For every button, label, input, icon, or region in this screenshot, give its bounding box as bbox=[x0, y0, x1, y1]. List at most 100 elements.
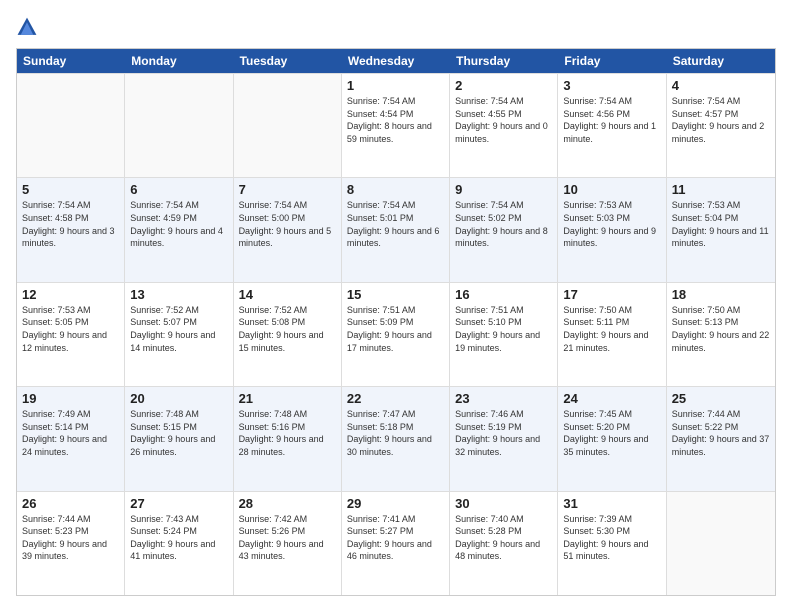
sun-info: Sunrise: 7:41 AM Sunset: 5:27 PM Dayligh… bbox=[347, 513, 444, 563]
calendar: SundayMondayTuesdayWednesdayThursdayFrid… bbox=[16, 48, 776, 596]
day-cell: 24 Sunrise: 7:45 AM Sunset: 5:20 PM Dayli… bbox=[558, 387, 666, 490]
sun-info: Sunrise: 7:54 AM Sunset: 5:00 PM Dayligh… bbox=[239, 199, 336, 249]
day-number: 1 bbox=[347, 78, 444, 93]
day-number: 6 bbox=[130, 182, 227, 197]
day-cell: 15Sunrise: 7:51 AM Sunset: 5:09 PM Dayli… bbox=[342, 283, 450, 386]
sun-info: Sunrise: 7:54 AM Sunset: 4:56 PM Dayligh… bbox=[563, 95, 660, 145]
day-cell: 20Sunrise: 7:48 AM Sunset: 5:15 PM Dayli… bbox=[125, 387, 233, 490]
header bbox=[16, 16, 776, 38]
day-cell: 22Sunrise: 7:47 AM Sunset: 5:18 PM Dayli… bbox=[342, 387, 450, 490]
day-number: 31 bbox=[563, 496, 660, 511]
empty-cell bbox=[125, 74, 233, 177]
day-cell: 13 Sunrise: 7:52 AM Sunset: 5:07 PM Dayli… bbox=[125, 283, 233, 386]
day-cell: 3Sunrise: 7:54 AM Sunset: 4:56 PM Daylig… bbox=[558, 74, 666, 177]
sun-info: Sunrise: 7:52 AM Sunset: 5:08 PM Dayligh… bbox=[239, 304, 336, 354]
day-number: 4 bbox=[672, 78, 770, 93]
sun-info: Sunrise: 7:46 AM Sunset: 5:19 PM Dayligh… bbox=[455, 408, 552, 458]
header-day: Friday bbox=[558, 49, 666, 73]
day-number: 20 bbox=[130, 391, 227, 406]
day-number: 21 bbox=[239, 391, 336, 406]
day-cell: 10 Sunrise: 7:53 AM Sunset: 5:03 PM Dayli… bbox=[558, 178, 666, 281]
day-number: 19 bbox=[22, 391, 119, 406]
calendar-row: 12 Sunrise: 7:53 AM Sunset: 5:05 PM Dayli… bbox=[17, 282, 775, 386]
sun-info: Sunrise: 7:45 AM Sunset: 5:20 PM Dayligh… bbox=[563, 408, 660, 458]
day-number: 8 bbox=[347, 182, 444, 197]
day-number: 30 bbox=[455, 496, 552, 511]
day-cell: 30 Sunrise: 7:40 AM Sunset: 5:28 PM Dayli… bbox=[450, 492, 558, 595]
sun-info: Sunrise: 7:49 AM Sunset: 5:14 PM Dayligh… bbox=[22, 408, 119, 458]
sun-info: Sunrise: 7:52 AM Sunset: 5:07 PM Dayligh… bbox=[130, 304, 227, 354]
header-day: Tuesday bbox=[234, 49, 342, 73]
day-number: 12 bbox=[22, 287, 119, 302]
day-cell: 8 Sunrise: 7:54 AM Sunset: 5:01 PM Daylig… bbox=[342, 178, 450, 281]
day-cell: 7 Sunrise: 7:54 AM Sunset: 5:00 PM Daylig… bbox=[234, 178, 342, 281]
sun-info: Sunrise: 7:40 AM Sunset: 5:28 PM Dayligh… bbox=[455, 513, 552, 563]
page: SundayMondayTuesdayWednesdayThursdayFrid… bbox=[0, 0, 792, 612]
day-cell: 4 Sunrise: 7:54 AM Sunset: 4:57 PM Daylig… bbox=[667, 74, 775, 177]
day-cell: 16Sunrise: 7:51 AM Sunset: 5:10 PM Dayli… bbox=[450, 283, 558, 386]
day-cell: 29 Sunrise: 7:41 AM Sunset: 5:27 PM Dayli… bbox=[342, 492, 450, 595]
day-number: 26 bbox=[22, 496, 119, 511]
day-number: 13 bbox=[130, 287, 227, 302]
calendar-header: SundayMondayTuesdayWednesdayThursdayFrid… bbox=[17, 49, 775, 73]
day-cell: 28 Sunrise: 7:42 AM Sunset: 5:26 PM Dayli… bbox=[234, 492, 342, 595]
sun-info: Sunrise: 7:51 AM Sunset: 5:10 PM Dayligh… bbox=[455, 304, 552, 354]
sun-info: Sunrise: 7:54 AM Sunset: 4:57 PM Dayligh… bbox=[672, 95, 770, 145]
sun-info: Sunrise: 7:54 AM Sunset: 5:01 PM Dayligh… bbox=[347, 199, 444, 249]
day-number: 7 bbox=[239, 182, 336, 197]
sun-info: Sunrise: 7:54 AM Sunset: 4:54 PM Dayligh… bbox=[347, 95, 444, 145]
day-number: 27 bbox=[130, 496, 227, 511]
day-cell: 14Sunrise: 7:52 AM Sunset: 5:08 PM Dayli… bbox=[234, 283, 342, 386]
day-number: 9 bbox=[455, 182, 552, 197]
day-cell: 26 Sunrise: 7:44 AM Sunset: 5:23 PM Dayli… bbox=[17, 492, 125, 595]
day-cell: 18Sunrise: 7:50 AM Sunset: 5:13 PM Dayli… bbox=[667, 283, 775, 386]
day-number: 17 bbox=[563, 287, 660, 302]
sun-info: Sunrise: 7:39 AM Sunset: 5:30 PM Dayligh… bbox=[563, 513, 660, 563]
day-cell: 2Sunrise: 7:54 AM Sunset: 4:55 PM Daylig… bbox=[450, 74, 558, 177]
calendar-row: 26 Sunrise: 7:44 AM Sunset: 5:23 PM Dayli… bbox=[17, 491, 775, 595]
day-number: 5 bbox=[22, 182, 119, 197]
day-cell: 25Sunrise: 7:44 AM Sunset: 5:22 PM Dayli… bbox=[667, 387, 775, 490]
empty-cell bbox=[234, 74, 342, 177]
sun-info: Sunrise: 7:42 AM Sunset: 5:26 PM Dayligh… bbox=[239, 513, 336, 563]
day-number: 10 bbox=[563, 182, 660, 197]
day-cell: 9 Sunrise: 7:54 AM Sunset: 5:02 PM Daylig… bbox=[450, 178, 558, 281]
sun-info: Sunrise: 7:53 AM Sunset: 5:04 PM Dayligh… bbox=[672, 199, 770, 249]
calendar-row: 19 Sunrise: 7:49 AM Sunset: 5:14 PM Dayli… bbox=[17, 386, 775, 490]
day-cell: 6 Sunrise: 7:54 AM Sunset: 4:59 PM Daylig… bbox=[125, 178, 233, 281]
header-day: Thursday bbox=[450, 49, 558, 73]
calendar-row: 5 Sunrise: 7:54 AM Sunset: 4:58 PM Daylig… bbox=[17, 177, 775, 281]
day-number: 28 bbox=[239, 496, 336, 511]
logo-icon bbox=[16, 16, 38, 38]
sun-info: Sunrise: 7:44 AM Sunset: 5:23 PM Dayligh… bbox=[22, 513, 119, 563]
sun-info: Sunrise: 7:50 AM Sunset: 5:11 PM Dayligh… bbox=[563, 304, 660, 354]
calendar-row: 1 Sunrise: 7:54 AM Sunset: 4:54 PM Daylig… bbox=[17, 73, 775, 177]
day-cell: 21Sunrise: 7:48 AM Sunset: 5:16 PM Dayli… bbox=[234, 387, 342, 490]
day-cell: 17 Sunrise: 7:50 AM Sunset: 5:11 PM Dayli… bbox=[558, 283, 666, 386]
logo bbox=[16, 16, 42, 38]
sun-info: Sunrise: 7:43 AM Sunset: 5:24 PM Dayligh… bbox=[130, 513, 227, 563]
empty-cell bbox=[17, 74, 125, 177]
day-cell: 1 Sunrise: 7:54 AM Sunset: 4:54 PM Daylig… bbox=[342, 74, 450, 177]
sun-info: Sunrise: 7:50 AM Sunset: 5:13 PM Dayligh… bbox=[672, 304, 770, 354]
day-number: 2 bbox=[455, 78, 552, 93]
day-cell: 27 Sunrise: 7:43 AM Sunset: 5:24 PM Dayli… bbox=[125, 492, 233, 595]
sun-info: Sunrise: 7:53 AM Sunset: 5:03 PM Dayligh… bbox=[563, 199, 660, 249]
header-day: Monday bbox=[125, 49, 233, 73]
day-cell: 23Sunrise: 7:46 AM Sunset: 5:19 PM Dayli… bbox=[450, 387, 558, 490]
day-cell: 19 Sunrise: 7:49 AM Sunset: 5:14 PM Dayli… bbox=[17, 387, 125, 490]
day-number: 11 bbox=[672, 182, 770, 197]
header-day: Sunday bbox=[17, 49, 125, 73]
day-number: 24 bbox=[563, 391, 660, 406]
sun-info: Sunrise: 7:44 AM Sunset: 5:22 PM Dayligh… bbox=[672, 408, 770, 458]
sun-info: Sunrise: 7:54 AM Sunset: 4:59 PM Dayligh… bbox=[130, 199, 227, 249]
day-number: 22 bbox=[347, 391, 444, 406]
sun-info: Sunrise: 7:54 AM Sunset: 5:02 PM Dayligh… bbox=[455, 199, 552, 249]
day-number: 29 bbox=[347, 496, 444, 511]
sun-info: Sunrise: 7:53 AM Sunset: 5:05 PM Dayligh… bbox=[22, 304, 119, 354]
sun-info: Sunrise: 7:54 AM Sunset: 4:58 PM Dayligh… bbox=[22, 199, 119, 249]
day-cell: 12 Sunrise: 7:53 AM Sunset: 5:05 PM Dayli… bbox=[17, 283, 125, 386]
day-cell: 31 Sunrise: 7:39 AM Sunset: 5:30 PM Dayli… bbox=[558, 492, 666, 595]
day-cell: 11 Sunrise: 7:53 AM Sunset: 5:04 PM Dayli… bbox=[667, 178, 775, 281]
sun-info: Sunrise: 7:51 AM Sunset: 5:09 PM Dayligh… bbox=[347, 304, 444, 354]
